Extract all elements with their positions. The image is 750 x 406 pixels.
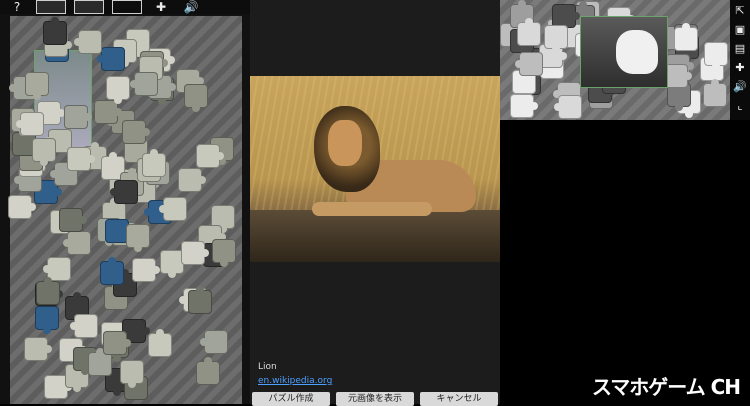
side-toolbar: ⇱ ▣ ▤ ✚ 🔊 ⌞ — [730, 0, 750, 120]
puzzle-piece[interactable] — [509, 93, 538, 118]
dog-image — [616, 30, 658, 74]
puzzle-piece[interactable] — [673, 27, 698, 51]
empty-box-icon[interactable] — [112, 0, 142, 14]
puzzle-piece[interactable] — [114, 179, 139, 204]
puzzle-piece[interactable] — [517, 21, 542, 46]
puzzle-piece[interactable] — [20, 112, 45, 137]
puzzle-piece[interactable] — [187, 290, 212, 315]
puzzle-piece[interactable] — [25, 71, 50, 96]
puzzle-piece[interactable] — [59, 207, 88, 232]
puzzle-piece[interactable] — [178, 168, 207, 193]
sound-icon[interactable]: 🔊 — [733, 80, 747, 94]
puzzle-piece[interactable] — [66, 146, 95, 171]
puzzle-piece[interactable] — [204, 329, 229, 354]
puzzle-piece[interactable] — [101, 47, 126, 72]
puzzle-piece[interactable] — [8, 195, 37, 220]
top-toolbar: ? ✚ 🔊 — [0, 0, 250, 14]
frame-icon[interactable]: ▤ — [733, 42, 747, 56]
puzzle-piece[interactable] — [557, 95, 582, 120]
lion-face — [328, 120, 362, 166]
puzzle-piece[interactable] — [544, 24, 569, 49]
puzzle-piece[interactable] — [63, 105, 92, 130]
preview-icon[interactable]: ▣ — [733, 23, 747, 37]
puzzle-piece[interactable] — [134, 71, 159, 96]
puzzle-piece[interactable] — [147, 333, 172, 358]
preview-icon[interactable] — [74, 0, 104, 14]
puzzle-icon[interactable]: ✚ — [733, 61, 747, 75]
puzzle-piece[interactable] — [211, 239, 236, 264]
puzzle-piece[interactable] — [196, 144, 225, 168]
puzzle-piece[interactable] — [34, 305, 59, 330]
puzzle-piece[interactable] — [703, 82, 728, 107]
share-icon[interactable]: ⇱ — [733, 4, 747, 18]
puzzle-piece[interactable] — [163, 197, 188, 222]
lion-photo — [250, 76, 500, 262]
puzzle-icon[interactable]: ✚ — [150, 0, 172, 14]
puzzle-piece[interactable] — [132, 257, 161, 282]
puzzle-piece[interactable] — [88, 352, 113, 377]
image-frame-icon[interactable] — [36, 0, 66, 14]
puzzle-piece[interactable] — [125, 224, 150, 249]
puzzle-piece[interactable] — [66, 230, 91, 255]
puzzle-piece[interactable] — [103, 331, 132, 355]
puzzle-board-left[interactable]: ? ✚ 🔊 — [0, 0, 250, 404]
sound-icon[interactable]: 🔊 — [180, 0, 202, 14]
ground — [250, 210, 500, 262]
puzzle-piece[interactable] — [93, 100, 122, 125]
puzzle-piece[interactable] — [31, 138, 56, 163]
lion-legs — [312, 202, 432, 216]
puzzle-piece[interactable] — [703, 41, 728, 66]
puzzle-piece[interactable] — [196, 361, 220, 386]
puzzle-piece[interactable] — [36, 280, 61, 305]
puzzle-piece[interactable] — [99, 261, 124, 286]
source-link[interactable]: en.wikipedia.org — [258, 376, 332, 386]
help-icon[interactable]: ? — [6, 0, 28, 14]
watermark: スマホゲーム CH — [591, 375, 741, 399]
puzzle-piece[interactable] — [78, 29, 103, 54]
puzzle-piece[interactable] — [121, 120, 150, 145]
image-caption: Lion — [258, 362, 277, 372]
puzzle-piece[interactable] — [184, 84, 208, 109]
puzzle-piece[interactable] — [106, 76, 131, 101]
puzzle-piece[interactable] — [180, 241, 209, 266]
puzzle-piece[interactable] — [43, 21, 68, 46]
puzzle-piece[interactable] — [119, 359, 144, 384]
corner-icon[interactable]: ⌞ — [733, 99, 747, 113]
puzzle-piece[interactable] — [24, 337, 53, 362]
puzzle-piece[interactable] — [141, 153, 166, 178]
puzzle-piece[interactable] — [74, 314, 99, 339]
puzzle-piece[interactable] — [519, 52, 543, 77]
